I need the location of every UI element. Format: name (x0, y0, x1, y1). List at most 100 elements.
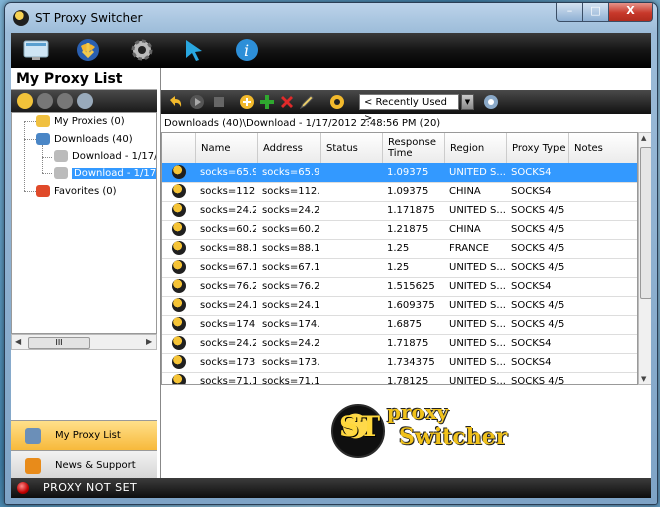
column-header-status[interactable]: Status (321, 133, 383, 163)
table-row[interactable]: socks=65.9.... socks=65.9.... 1.09375 UNITE… (162, 163, 637, 183)
table-vertical-scrollbar[interactable]: ▲ ▼ (638, 132, 651, 385)
cell-status (325, 163, 381, 182)
undo-icon[interactable] (167, 94, 183, 110)
scroll-thumb[interactable] (640, 147, 651, 299)
nav-news-support[interactable]: News & Support (11, 450, 157, 480)
table-row[interactable]: socks=88.1... socks=88.1... 1.25 FRANCE SOCK… (162, 239, 637, 259)
downloads-folder-icon (36, 133, 50, 145)
edit-folder-icon[interactable] (37, 93, 53, 109)
cell-region: CHINA (449, 186, 481, 197)
proxy-row-icon (172, 355, 186, 369)
proxy-toolbar: < Recently Used > ▼ (161, 90, 651, 124)
cell-proxy-type: SOCKS 4/5 (511, 376, 565, 385)
scroll-left-icon[interactable]: ◀ (15, 337, 21, 346)
nav-my-proxy-list[interactable]: My Proxy List (11, 420, 157, 450)
tree-item-downloads[interactable]: Downloads (40) (36, 132, 133, 148)
proxy-row-icon (172, 317, 186, 331)
scroll-thumb[interactable]: III (28, 337, 90, 349)
monitor-icon[interactable] (21, 36, 51, 64)
cell-status (325, 315, 381, 334)
close-button[interactable]: X (608, 3, 653, 22)
proxy-row-icon (172, 241, 186, 255)
gear-icon[interactable] (127, 36, 157, 64)
play-icon[interactable] (189, 94, 205, 110)
client-area: i My Proxy List My Proxies (0) Downloads… (11, 33, 651, 498)
pointer-arrow-icon[interactable] (179, 36, 209, 64)
cell-status (325, 182, 381, 201)
scroll-down-icon[interactable]: ▼ (641, 375, 646, 383)
cell-name: socks=112.... (200, 186, 256, 197)
tree-item-download-2[interactable]: Download - 1/17/ (54, 166, 156, 182)
info-icon[interactable]: i (232, 36, 262, 64)
tree-item-my-proxies[interactable]: My Proxies (0) (36, 114, 125, 130)
add-green-icon[interactable] (259, 94, 275, 110)
cell-notes (573, 372, 636, 384)
table-row[interactable]: socks=76.2... socks=76.2... 1.515625 UNITED… (162, 277, 637, 297)
table-header: Name Address Status Response Time Region… (162, 133, 637, 164)
tree-item-download-1[interactable]: Download - 1/17/ (54, 149, 156, 165)
minimize-button[interactable]: – (556, 3, 583, 22)
table-row[interactable]: socks=173.... socks=173.... 1.734375 UNITED… (162, 353, 637, 373)
table-row[interactable]: socks=24.2... socks=24.2... 1.71875 UNITED … (162, 334, 637, 354)
edit-icon[interactable] (299, 94, 315, 110)
filter-proxy-icon[interactable] (329, 94, 345, 110)
cell-name: socks=24.2... (200, 338, 256, 349)
cell-address: socks=24.2... (262, 205, 319, 216)
delete-folder-icon[interactable] (57, 93, 73, 109)
column-header-address[interactable]: Address (258, 133, 321, 163)
tree-horizontal-scrollbar[interactable]: ◀ III ▶ (11, 334, 157, 350)
proxy-tree[interactable]: My Proxies (0) Downloads (40) Download -… (11, 112, 157, 334)
cell-response-time: 1.09375 (387, 167, 429, 178)
table-row[interactable]: socks=67.1... socks=67.1... 1.25 UNITED S..… (162, 258, 637, 278)
table-row[interactable]: socks=71.1... socks=71.1... 1.78125 UNITED … (162, 372, 637, 385)
tree-item-favorites[interactable]: Favorites (0) (36, 184, 117, 200)
column-header-response-time[interactable]: Response Time (383, 133, 445, 163)
cell-response-time: 1.515625 (387, 281, 435, 292)
cell-proxy-type: SOCKS4 (511, 338, 552, 349)
add-proxy-icon[interactable] (239, 94, 255, 110)
cell-notes (573, 163, 636, 182)
cell-address: socks=24.2... (262, 338, 319, 349)
brand-logo: ST proxy Switcher (331, 398, 507, 460)
column-header-proxy-type[interactable]: Proxy Type (507, 133, 569, 163)
list-icon (54, 150, 68, 162)
cell-status (325, 296, 381, 315)
cell-region: UNITED S... (449, 205, 505, 216)
column-header-name[interactable]: Name (196, 133, 258, 163)
table-row[interactable]: socks=24.2... socks=24.2... 1.171875 UNITED… (162, 201, 637, 221)
delete-icon[interactable] (279, 94, 295, 110)
column-header-icon (162, 133, 196, 163)
table-row[interactable]: socks=60.2... socks=60.2... 1.21875 CHINA SO… (162, 220, 637, 240)
filter-select[interactable]: < Recently Used > (359, 94, 459, 124)
refresh-icon[interactable] (483, 94, 499, 110)
cell-status (325, 258, 381, 277)
logo-word-switcher: Switcher (399, 424, 508, 450)
folder-icon (36, 115, 50, 127)
scroll-up-icon[interactable]: ▲ (641, 134, 646, 142)
cell-notes (573, 258, 636, 277)
scroll-right-icon[interactable]: ▶ (146, 337, 152, 346)
cell-region: UNITED S... (449, 167, 505, 178)
title-bar[interactable]: ST Proxy Switcher – □ X (5, 3, 657, 31)
cell-response-time: 1.09375 (387, 186, 429, 197)
add-folder-icon[interactable] (17, 93, 33, 109)
download-globe-icon[interactable] (73, 36, 103, 64)
news-icon (25, 458, 41, 474)
cell-name: socks=60.2... (200, 224, 256, 235)
proxy-row-icon (172, 336, 186, 350)
column-header-notes[interactable]: Notes (569, 133, 637, 163)
table-row[interactable]: socks=174.... socks=174.... 1.6875 UNITED S… (162, 315, 637, 335)
table-row[interactable]: socks=112.... socks=112.... 1.09375 CHINA SO… (162, 182, 637, 202)
refresh-folder-icon[interactable] (77, 93, 93, 109)
breadcrumb: Downloads (40)\Download - 1/17/2012 2:48… (164, 118, 441, 129)
table-row[interactable]: socks=24.1... socks=24.1... 1.609375 UNITED… (162, 296, 637, 316)
chevron-down-icon[interactable]: ▼ (461, 94, 474, 110)
proxy-row-icon (172, 165, 186, 179)
cell-notes (573, 239, 636, 258)
column-header-region[interactable]: Region (445, 133, 507, 163)
cell-address: socks=65.9.... (262, 167, 319, 178)
cell-status (325, 334, 381, 353)
cell-region: UNITED S... (449, 376, 505, 385)
maximize-button[interactable]: □ (582, 3, 609, 22)
stop-icon[interactable] (211, 94, 227, 110)
